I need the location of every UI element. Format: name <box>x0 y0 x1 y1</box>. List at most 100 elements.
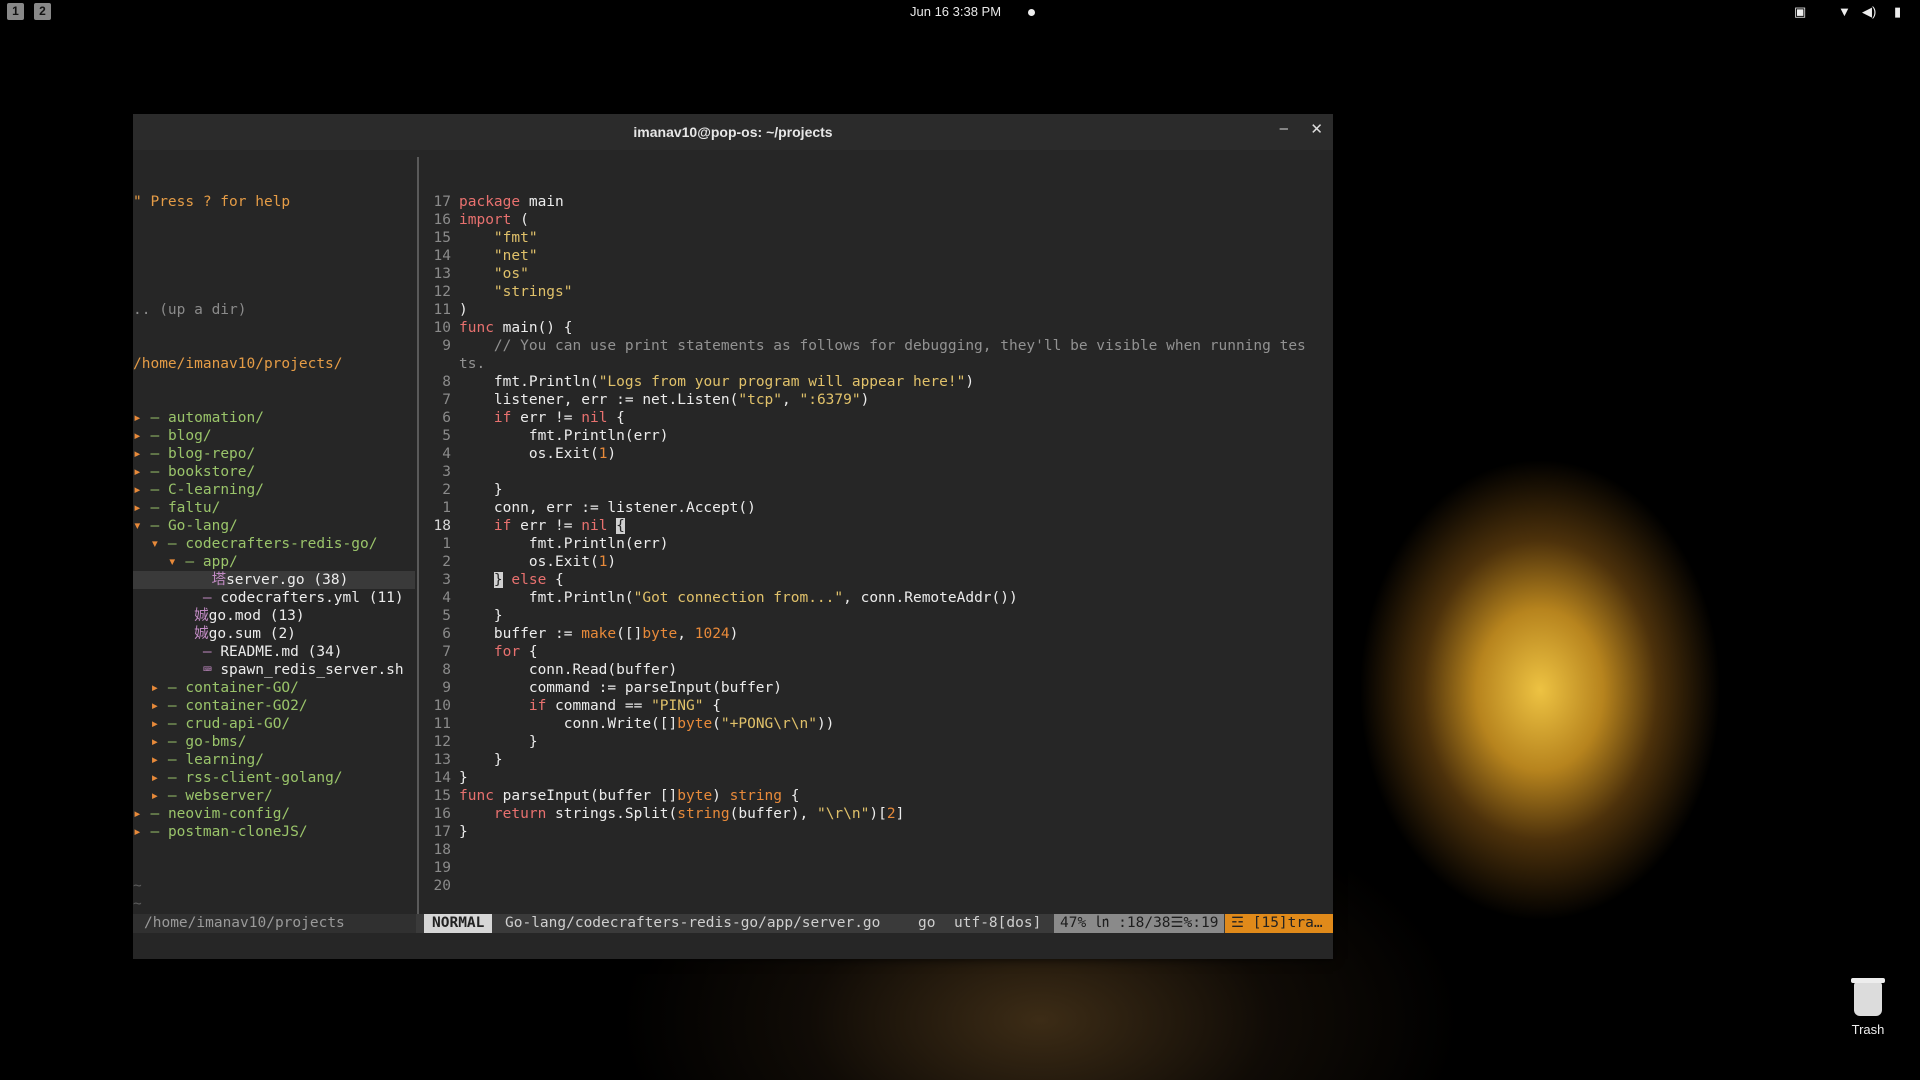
tree-row[interactable]: 塔server.go (38) <box>133 571 415 589</box>
tree-row[interactable]: ▸ – bookstore/ <box>133 463 415 481</box>
tree-folder-name[interactable]: blog/ <box>168 428 212 444</box>
tree-file-name[interactable]: server.go (38) <box>226 572 348 588</box>
tree-row[interactable]: ▾ – app/ <box>133 553 415 571</box>
code-token: make <box>581 626 617 642</box>
tree-file-name[interactable]: README.md (34) <box>220 644 342 660</box>
tree-row[interactable]: ▸ – blog-repo/ <box>133 445 415 463</box>
tree-folder-name[interactable]: rss-client-golang/ <box>185 770 342 786</box>
code-token: "PING" <box>651 698 704 714</box>
tree-folder-name[interactable]: automation/ <box>168 410 264 426</box>
tree-item-prefix: – <box>141 428 168 444</box>
tree-row[interactable]: ⌨ spawn_redis_server.sh <box>133 661 415 679</box>
code-line: 2 } <box>421 481 1333 499</box>
collapsed-arrow-icon[interactable]: ▸ <box>150 770 159 786</box>
tree-folder-name[interactable]: bookstore/ <box>168 464 255 480</box>
minimize-button[interactable]: – <box>1280 120 1288 137</box>
tree-file-name[interactable]: codecrafters.yml (11) <box>220 590 403 606</box>
close-button[interactable]: ✕ <box>1310 120 1323 138</box>
tree-row[interactable]: ▾ – Go-lang/ <box>133 517 415 535</box>
tree-folder-name[interactable]: blog-repo/ <box>168 446 255 462</box>
tree-item-prefix: – <box>159 770 186 786</box>
tree-folder-name[interactable]: crud-api-GO/ <box>185 716 290 732</box>
tree-folder-name[interactable]: container-GO/ <box>185 680 299 696</box>
collapsed-arrow-icon[interactable]: ▸ <box>133 482 142 498</box>
tree-folder-name[interactable]: postman-cloneJS/ <box>168 824 308 840</box>
code-token: ) <box>459 302 468 318</box>
line-number: 4 <box>442 590 451 606</box>
tree-row[interactable]: ▸ – faltu/ <box>133 499 415 517</box>
tree-row[interactable]: ▸ – go-bms/ <box>133 733 415 751</box>
tree-file-name[interactable]: spawn_redis_server.sh <box>220 662 403 678</box>
tree-row[interactable]: ▸ – blog/ <box>133 427 415 445</box>
tree-row[interactable]: ▸ – rss-client-golang/ <box>133 769 415 787</box>
tree-row[interactable]: – README.md (34) <box>133 643 415 661</box>
clock[interactable]: Jun 16 3:38 PM <box>910 4 1001 19</box>
line-number: 15 <box>433 788 451 804</box>
collapsed-arrow-icon[interactable]: ▸ <box>133 806 142 822</box>
collapsed-arrow-icon[interactable]: ▸ <box>133 824 142 840</box>
code-token: { <box>703 698 721 714</box>
expanded-arrow-icon[interactable]: ▾ <box>150 536 159 552</box>
tree-row[interactable]: 娍go.mod (13) <box>133 607 415 625</box>
trash-desktop-item[interactable]: Trash <box>1848 978 1888 1037</box>
code-token: os.Exit( <box>459 554 599 570</box>
tree-row[interactable]: ▸ – container-GO/ <box>133 679 415 697</box>
editor-buffer[interactable]: 17 package main 16 import (15 "fmt" 14 "net"… <box>421 157 1333 917</box>
tree-folder-name[interactable]: learning/ <box>185 752 264 768</box>
collapsed-arrow-icon[interactable]: ▸ <box>150 698 159 714</box>
trash-icon[interactable] <box>1851 978 1885 1016</box>
code-token: if <box>493 518 512 534</box>
nerdtree-panel[interactable]: " Press ? for help .. (up a dir) /home/i… <box>133 157 415 917</box>
tree-row[interactable]: ▸ – postman-cloneJS/ <box>133 823 415 841</box>
tree-folder-name[interactable]: codecrafters-redis-go/ <box>185 536 377 552</box>
expanded-arrow-icon[interactable]: ▾ <box>168 554 177 570</box>
tree-folder-name[interactable]: app/ <box>203 554 238 570</box>
tree-row[interactable]: ▸ – crud-api-GO/ <box>133 715 415 733</box>
collapsed-arrow-icon[interactable]: ▸ <box>133 464 142 480</box>
line-number: 6 <box>442 626 451 642</box>
tree-row[interactable]: ▾ – codecrafters-redis-go/ <box>133 535 415 553</box>
wifi-icon[interactable]: ▼ <box>1838 4 1851 19</box>
workspace-1-button[interactable]: 1 <box>7 3 24 20</box>
tree-row[interactable]: ▸ – container-GO2/ <box>133 697 415 715</box>
collapsed-arrow-icon[interactable]: ▸ <box>133 446 142 462</box>
tree-folder-name[interactable]: C-learning/ <box>168 482 264 498</box>
tree-row[interactable]: ▸ – neovim-config/ <box>133 805 415 823</box>
terminal-window[interactable]: imanav10@pop-os: ~/projects – ✕ " Press … <box>133 114 1333 959</box>
collapsed-arrow-icon[interactable]: ▸ <box>150 788 159 804</box>
tree-folder-name[interactable]: webserver/ <box>185 788 272 804</box>
volume-icon[interactable]: ◀) <box>1862 4 1876 20</box>
tree-file-name[interactable]: go.mod (13) <box>209 608 305 624</box>
tree-row[interactable]: ▸ – webserver/ <box>133 787 415 805</box>
tree-item-prefix: – <box>141 410 168 426</box>
expanded-arrow-icon[interactable]: ▾ <box>133 518 142 534</box>
collapsed-arrow-icon[interactable]: ▸ <box>150 734 159 750</box>
screen-icon[interactable]: ▣ <box>1794 4 1806 20</box>
collapsed-arrow-icon[interactable]: ▸ <box>150 680 159 696</box>
tree-row[interactable]: ▸ – automation/ <box>133 409 415 427</box>
collapsed-arrow-icon[interactable]: ▸ <box>150 716 159 732</box>
tree-up-dir[interactable]: .. (up a dir) <box>133 301 415 319</box>
tree-folder-name[interactable]: neovim-config/ <box>168 806 290 822</box>
tree-folder-name[interactable]: faltu/ <box>168 500 220 516</box>
tree-row[interactable]: – codecrafters.yml (11) <box>133 589 415 607</box>
tree-folder-name[interactable]: go-bms/ <box>185 734 246 750</box>
battery-icon[interactable]: ▮ <box>1894 4 1901 20</box>
collapsed-arrow-icon[interactable]: ▸ <box>133 500 142 516</box>
tree-row[interactable]: 娍go.sum (2) <box>133 625 415 643</box>
tree-row[interactable]: ▸ – C-learning/ <box>133 481 415 499</box>
workspace-2-button[interactable]: 2 <box>34 3 51 20</box>
window-titlebar[interactable]: imanav10@pop-os: ~/projects – ✕ <box>133 114 1333 150</box>
collapsed-arrow-icon[interactable]: ▸ <box>133 428 142 444</box>
code-line: 2 os.Exit(1) <box>421 553 1333 571</box>
tree-folder-name[interactable]: Go-lang/ <box>168 518 238 534</box>
collapsed-arrow-icon[interactable]: ▸ <box>150 752 159 768</box>
split-divider[interactable] <box>417 157 419 917</box>
tree-folder-name[interactable]: container-GO2/ <box>185 698 307 714</box>
line-number: 10 <box>433 320 451 336</box>
tree-file-name[interactable]: go.sum (2) <box>209 626 296 642</box>
collapsed-arrow-icon[interactable]: ▸ <box>133 410 142 426</box>
tree-row[interactable]: ▸ – learning/ <box>133 751 415 769</box>
